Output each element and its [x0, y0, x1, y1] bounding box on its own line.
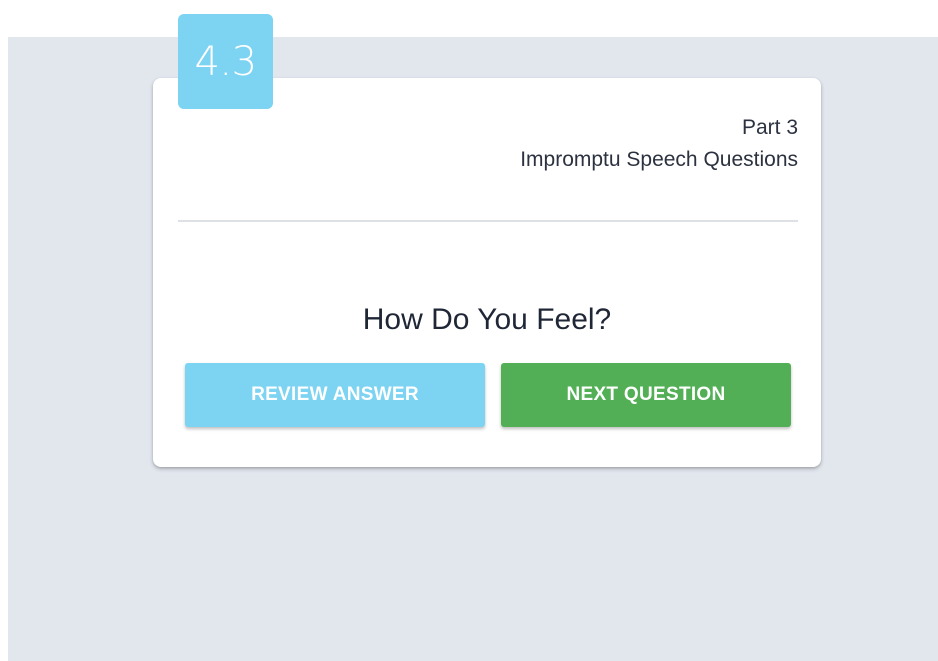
divider — [178, 220, 798, 222]
question-number-badge: 4.3 — [178, 14, 273, 109]
page: Part 3 Impromptu Speech Questions How Do… — [0, 0, 938, 661]
review-answer-button[interactable]: REVIEW ANSWER — [185, 363, 485, 427]
section-subtitle: Impromptu Speech Questions — [520, 148, 798, 171]
next-question-button[interactable]: NEXT QUESTION — [501, 363, 791, 427]
question-card: Part 3 Impromptu Speech Questions How Do… — [153, 78, 821, 467]
part-label: Part 3 — [741, 116, 798, 139]
question-title: How Do You Feel? — [362, 303, 612, 336]
